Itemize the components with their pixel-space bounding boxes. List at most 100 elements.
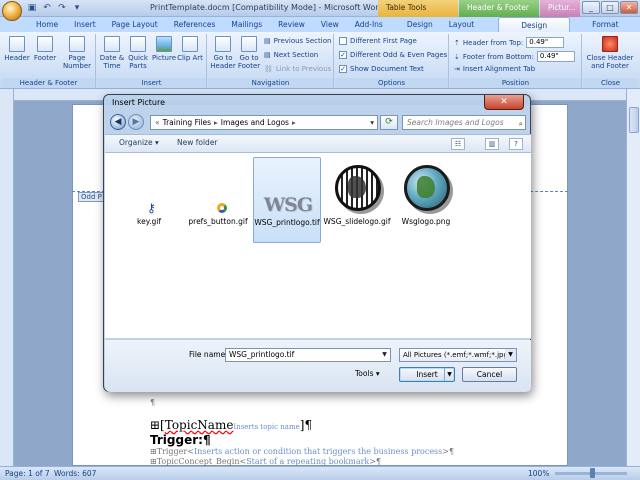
next-section-icon: ▤ [264, 51, 271, 59]
scrollbar-thumb[interactable] [629, 107, 639, 133]
picture-icon [156, 36, 172, 52]
odd-page-header-tag: Odd P [78, 192, 105, 202]
chevron-down-icon[interactable]: ▾ [370, 118, 374, 127]
page-count[interactable]: Page: 1 of 7 [5, 467, 50, 480]
zoom-level[interactable]: 100% [528, 467, 549, 480]
new-folder-button[interactable]: New folder [177, 138, 218, 147]
file-list: ⚷ key.gif prefs_button.gif WSG WSG_print… [105, 153, 531, 339]
prefs-button-icon [217, 203, 227, 213]
insert-picture-dialog: Insert Picture ✕ ◀ ▶ « Training Files ▸ … [103, 94, 531, 392]
group-navigation: Go to Header Go to Footer ▤ Previous Sect… [208, 34, 334, 88]
views-icon[interactable]: ☷ [451, 138, 465, 150]
footer-from-bottom-input[interactable]: 0.49" [536, 51, 575, 62]
customize-qat-icon[interactable]: ▾ [71, 2, 83, 14]
link-to-previous-button[interactable]: ⛓ Link to Previous [264, 65, 331, 73]
help-icon[interactable]: ? [509, 138, 523, 150]
forward-button[interactable]: ▶ [128, 114, 144, 130]
breadcrumb-training-files[interactable]: Training Files [163, 118, 211, 127]
calendar-icon [104, 36, 120, 52]
chevron-right-icon: ▸ [291, 118, 296, 127]
clip-art-button[interactable]: Clip Art [177, 36, 203, 62]
back-button[interactable]: ◀ [110, 114, 126, 130]
previous-section-button[interactable]: ▤ Previous Section [264, 37, 331, 45]
group-insert: Date & Time Quick Parts Picture Clip Art… [97, 34, 207, 88]
different-first-page-checkbox[interactable]: Different First Page [339, 37, 417, 45]
close-header-footer-icon [602, 36, 618, 52]
preview-pane-icon[interactable]: ▥ [485, 138, 499, 150]
group-label: Insert [97, 78, 206, 88]
date-time-button[interactable]: Date & Time [99, 36, 125, 70]
refresh-button[interactable]: ⟳ [380, 115, 398, 130]
go-to-footer-button[interactable]: Go to Footer [236, 36, 262, 70]
vertical-ruler[interactable] [0, 89, 14, 466]
tab-picture-format[interactable]: Format [584, 17, 626, 32]
maximize-icon[interactable]: □ [601, 1, 619, 14]
save-icon[interactable]: ▣ [26, 2, 38, 14]
go-to-header-button[interactable]: Go to Header [210, 36, 236, 70]
next-section-button[interactable]: ▤ Next Section [264, 51, 318, 59]
search-input[interactable]: Search Images and Logos ⌕ [402, 115, 526, 130]
different-odd-even-checkbox[interactable]: ✓ Different Odd & Even Pages [339, 51, 447, 59]
tab-add-ins[interactable]: Add-Ins [347, 17, 391, 32]
dialog-close-button[interactable]: ✕ [484, 95, 524, 110]
doc-line-topic-concept[interactable]: ⊞TopicConcept_Begin<Start of a repeating… [150, 457, 381, 466]
organize-button[interactable]: Organize ▾ [119, 138, 159, 147]
wsg-logo-image: WSG [263, 194, 313, 216]
minimize-icon[interactable]: _ [582, 1, 600, 14]
insert-button[interactable]: Insert ▼ [399, 367, 455, 382]
key-icon: ⚷ [147, 201, 156, 215]
tab-table-design[interactable]: Design [399, 17, 441, 32]
ribbon-tabs: Home Insert Page Layout References Maili… [0, 17, 640, 32]
insert-alignment-tab-button[interactable]: ⇥ Insert Alignment Tab [454, 65, 535, 73]
tab-table-layout[interactable]: Layout [441, 17, 483, 32]
footer-button[interactable]: Footer [32, 36, 58, 62]
picture-button[interactable]: Picture [151, 36, 177, 62]
file-item[interactable]: ⚷ key.gif [115, 157, 183, 243]
chevron-down-icon[interactable]: ▼ [379, 349, 390, 361]
close-header-footer-button[interactable]: Close Header and Footer [585, 36, 635, 70]
address-bar[interactable]: « Training Files ▸ Images and Logos ▸ ▾ [150, 115, 378, 130]
file-item[interactable]: Wsglogo.png [392, 157, 460, 243]
file-type-select[interactable]: All Pictures (*.emf;*.wmf;*.jpg;* ▼ [399, 348, 517, 362]
tools-dropdown[interactable]: Tools ▾ [355, 369, 380, 378]
file-thumbnail: WSG [260, 162, 316, 216]
doc-line-topic-name[interactable]: ⊞[TopicNameInserts topic name]¶ [150, 418, 312, 432]
tab-view[interactable]: View [313, 17, 347, 32]
group-close: Close Header and Footer Close [583, 34, 638, 88]
header-from-top-row: ⇡ Header from Top: 0.49" [454, 37, 565, 48]
doc-line-trigger[interactable]: ⊞Trigger<Inserts action or condition tha… [150, 447, 454, 456]
tab-mailings[interactable]: Mailings [223, 17, 270, 32]
doc-line-trigger-heading[interactable]: Trigger:¶ [150, 433, 211, 447]
header-button[interactable]: Header [4, 36, 30, 62]
chevron-down-icon[interactable]: ▼ [444, 368, 454, 381]
undo-icon[interactable]: ↶ [41, 2, 53, 14]
cancel-button[interactable]: Cancel [462, 367, 517, 382]
chevron-down-icon: ▼ [505, 349, 516, 361]
quick-parts-button[interactable]: Quick Parts [125, 36, 151, 70]
previous-section-icon: ▤ [264, 37, 271, 45]
file-item[interactable]: prefs_button.gif [184, 157, 252, 243]
close-icon[interactable]: ✕ [620, 1, 638, 14]
dialog-bottom-panel: File name: WSG_printlogo.tif ▼ All Pictur… [105, 340, 531, 392]
file-item[interactable]: WSG_slidelogo.gif [323, 157, 391, 243]
tab-home[interactable]: Home [28, 17, 66, 32]
tab-review[interactable]: Review [270, 17, 313, 32]
file-name-label: File name: [189, 350, 228, 359]
breadcrumb-images-logos[interactable]: Images and Logos [221, 118, 289, 127]
file-name: key.gif [137, 217, 161, 226]
file-name-input[interactable]: WSG_printlogo.tif ▼ [225, 348, 391, 362]
file-item-selected[interactable]: WSG WSG_printlogo.tif [253, 157, 321, 243]
tab-hf-design[interactable]: Design [498, 17, 571, 32]
tab-references[interactable]: References [166, 17, 224, 32]
zoom-slider-thumb[interactable] [590, 468, 595, 478]
tab-insert[interactable]: Insert [66, 17, 104, 32]
redo-icon[interactable]: ↷ [56, 2, 68, 14]
office-button[interactable] [2, 1, 22, 21]
page-number-button[interactable]: Page Number [62, 36, 92, 70]
show-document-text-checkbox[interactable]: ✓ Show Document Text [339, 65, 424, 73]
vertical-scrollbar[interactable] [626, 89, 640, 466]
header-from-top-input[interactable]: 0.49" [526, 37, 565, 48]
tab-page-layout[interactable]: Page Layout [104, 17, 166, 32]
word-count[interactable]: Words: 607 [54, 467, 96, 480]
paragraph-mark: ¶ [150, 398, 156, 407]
